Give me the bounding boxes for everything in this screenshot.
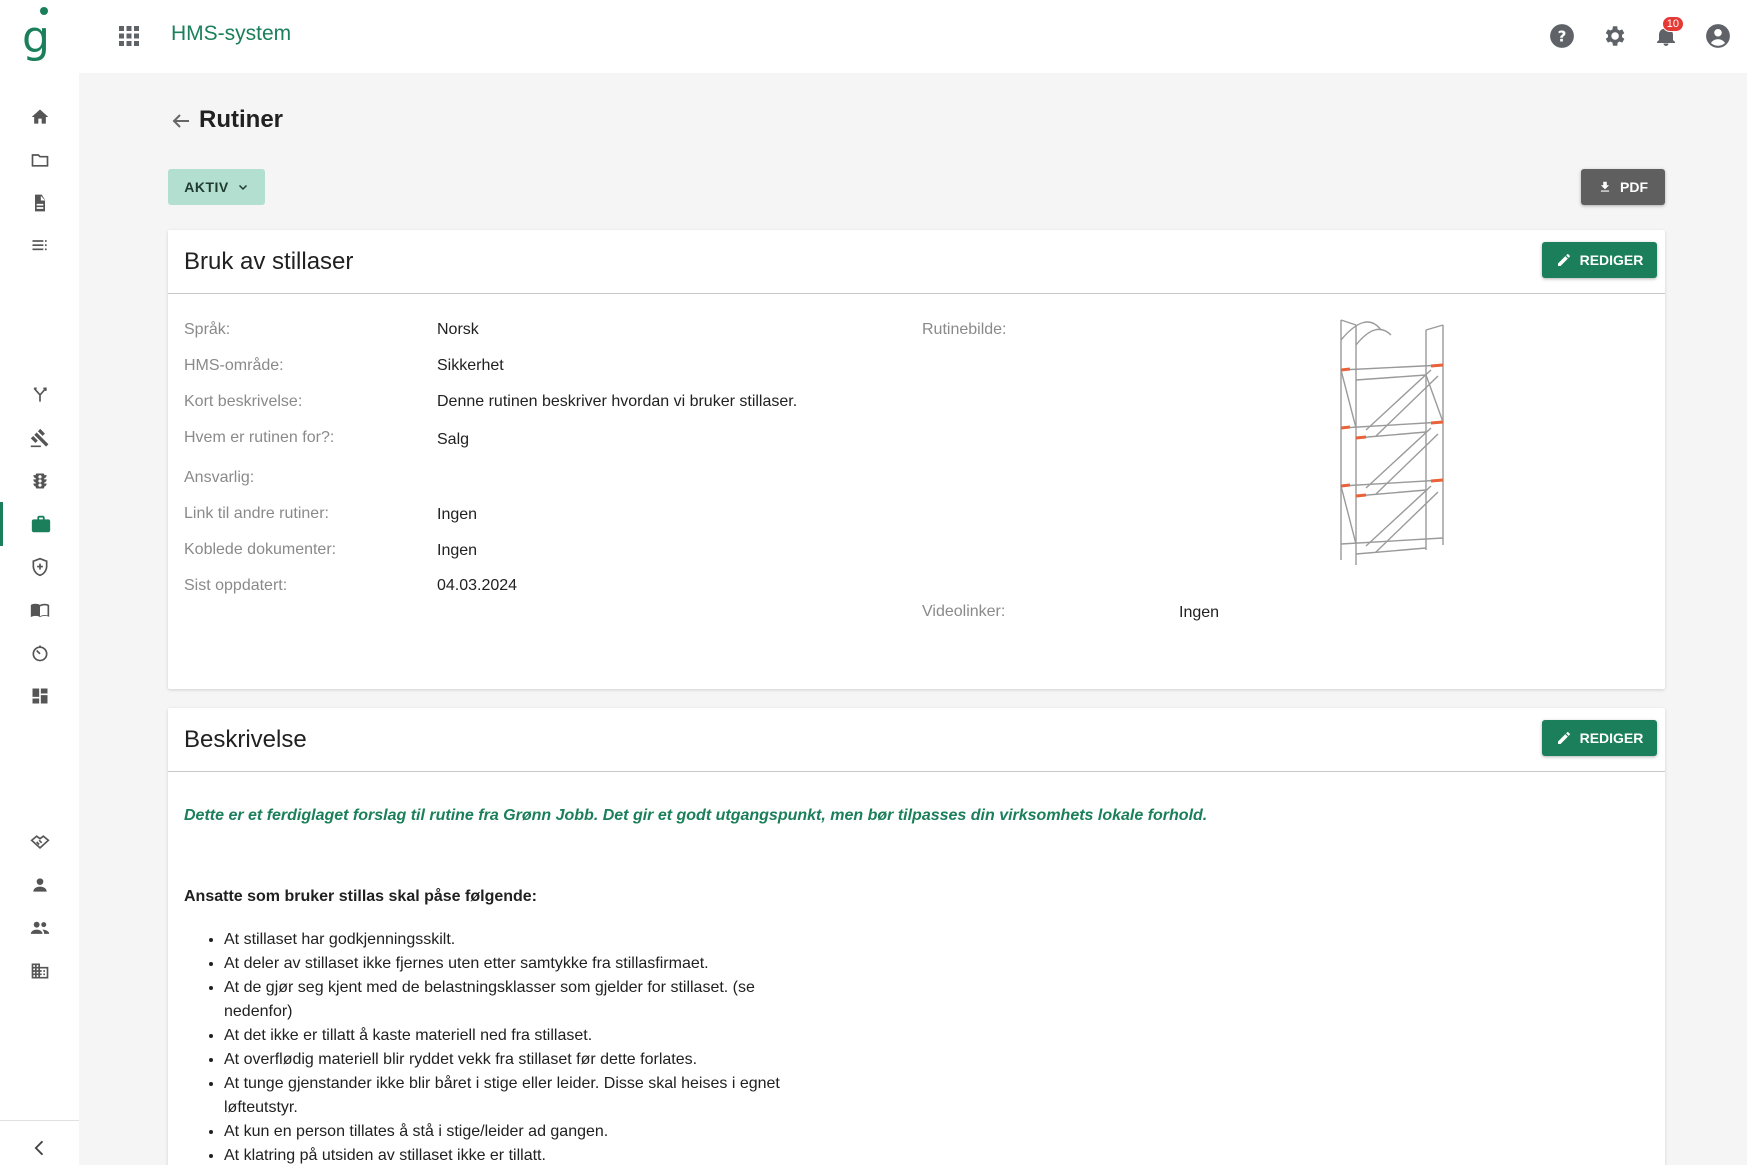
list-item: At deler av stillaset ikke fjernes uten … (224, 952, 784, 976)
folder-icon[interactable] (0, 138, 79, 182)
collapse-icon[interactable] (0, 1126, 79, 1165)
logo-letter: g (22, 12, 50, 63)
fork-icon[interactable] (0, 373, 79, 417)
list-item: At klatring på utsiden av stillaset ikke… (224, 1144, 784, 1165)
field-label-linked-routines: Link til andre rutiner: (184, 505, 329, 522)
document-icon[interactable] (0, 181, 79, 225)
health-shield-icon[interactable] (0, 545, 79, 589)
field-value-linked-routines: Ingen (437, 506, 478, 523)
page-title: Rutiner (199, 106, 283, 133)
description-card-header: Beskrivelse REDIGER (168, 708, 1665, 772)
handshake-icon[interactable] (0, 820, 79, 864)
description-card: Beskrivelse REDIGER Dette er et ferdigla… (168, 708, 1665, 1165)
edit-label: REDIGER (1579, 730, 1644, 746)
template-notice: Dette er et ferdiglaget forslag til ruti… (184, 807, 1208, 824)
apps-icon[interactable] (118, 25, 140, 47)
help-icon[interactable]: ? (1544, 18, 1580, 54)
field-value-short-description: Denne rutinen beskriver hvordan vi bruke… (437, 393, 798, 410)
edit-label: REDIGER (1579, 252, 1644, 268)
details-card-header: Bruk av stillaser REDIGER (168, 230, 1665, 294)
field-label-video-links: Videolinker: (922, 603, 1006, 620)
book-icon[interactable] (0, 588, 79, 632)
pdf-button[interactable]: PDF (1581, 169, 1665, 205)
svg-text:?: ? (1558, 27, 1567, 45)
details-card: Bruk av stillaser REDIGER Språk: Norsk H… (168, 230, 1665, 689)
app-title[interactable]: HMS-system (171, 22, 291, 46)
account-icon[interactable] (1700, 18, 1736, 54)
pdf-label: PDF (1620, 179, 1648, 195)
field-label-language: Språk: (184, 321, 231, 338)
edit-details-button[interactable]: REDIGER (1542, 242, 1657, 278)
list-item: At det ikke er tillatt å kaste materiell… (224, 1024, 784, 1048)
building-icon[interactable] (0, 949, 79, 993)
field-label-last-updated: Sist oppdatert: (184, 577, 288, 594)
list-item: At stillaset har godkjenningsskilt. (224, 928, 784, 952)
field-value-language: Norsk (437, 321, 479, 338)
field-label-routine-image: Rutinebilde: (922, 321, 1007, 338)
list-item: At tunge gjenstander ikke blir båret i s… (224, 1072, 784, 1120)
status-label: AKTIV (184, 179, 229, 195)
pencil-icon (1557, 254, 1570, 266)
field-label-short-description: Kort beskrivelse: (184, 393, 303, 410)
field-label-hms-area: HMS-område: (184, 357, 284, 374)
logo[interactable]: g (20, 6, 52, 64)
routine-title: Bruk av stillaser (184, 248, 354, 275)
field-value-last-updated: 04.03.2024 (437, 577, 518, 594)
edit-description-button[interactable]: REDIGER (1542, 720, 1657, 756)
settings-icon[interactable] (1596, 18, 1632, 54)
list-icon[interactable] (0, 224, 79, 268)
section-subheading: Ansatte som bruker stillas skal påse føl… (184, 888, 538, 905)
chevron-down-icon (238, 184, 247, 191)
briefcase-icon[interactable] (0, 502, 79, 546)
dashboard-icon[interactable] (0, 674, 79, 718)
field-label-linked-documents: Koblede dokumenter: (184, 541, 337, 558)
list-item: At kun en person tillates å stå i stige/… (224, 1120, 784, 1144)
requirements-list: At stillaset har godkjenningsskilt. At d… (224, 928, 784, 1165)
notification-badge: 10 (1661, 16, 1684, 32)
pencil-icon (1557, 732, 1570, 744)
description-title: Beskrivelse (184, 726, 307, 753)
bell-icon[interactable]: 10 (1648, 16, 1684, 54)
list-item: At overflødig materiell blir ryddet vekk… (224, 1048, 784, 1072)
timer-icon[interactable] (0, 631, 79, 675)
field-label-responsible: Ansvarlig: (184, 469, 255, 486)
field-value-audience: Salg (437, 431, 470, 448)
home-icon[interactable] (0, 95, 79, 139)
scaffold-image[interactable] (1336, 310, 1451, 570)
top-bar: g HMS-system ? 10 (0, 0, 1747, 73)
back-arrow-icon[interactable] (169, 109, 193, 133)
gavel-icon[interactable] (0, 416, 79, 460)
main-content: Rutiner AKTIV PDF Bruk av stillaser REDI… (79, 73, 1747, 1165)
status-dropdown[interactable]: AKTIV (168, 169, 265, 205)
people-icon[interactable] (0, 906, 79, 950)
list-item: At de gjør seg kjent med de belastningsk… (224, 976, 784, 1024)
download-icon (1600, 181, 1610, 192)
field-label-audience: Hvem er rutinen for?: (184, 429, 335, 446)
sidebar (0, 73, 79, 1165)
field-value-video-links: Ingen (1179, 604, 1220, 621)
field-value-hms-area: Sikkerhet (437, 357, 504, 374)
person-icon[interactable] (0, 863, 79, 907)
traffic-light-icon[interactable] (0, 459, 79, 503)
sidebar-divider (0, 1120, 79, 1121)
field-value-linked-documents: Ingen (437, 542, 478, 559)
